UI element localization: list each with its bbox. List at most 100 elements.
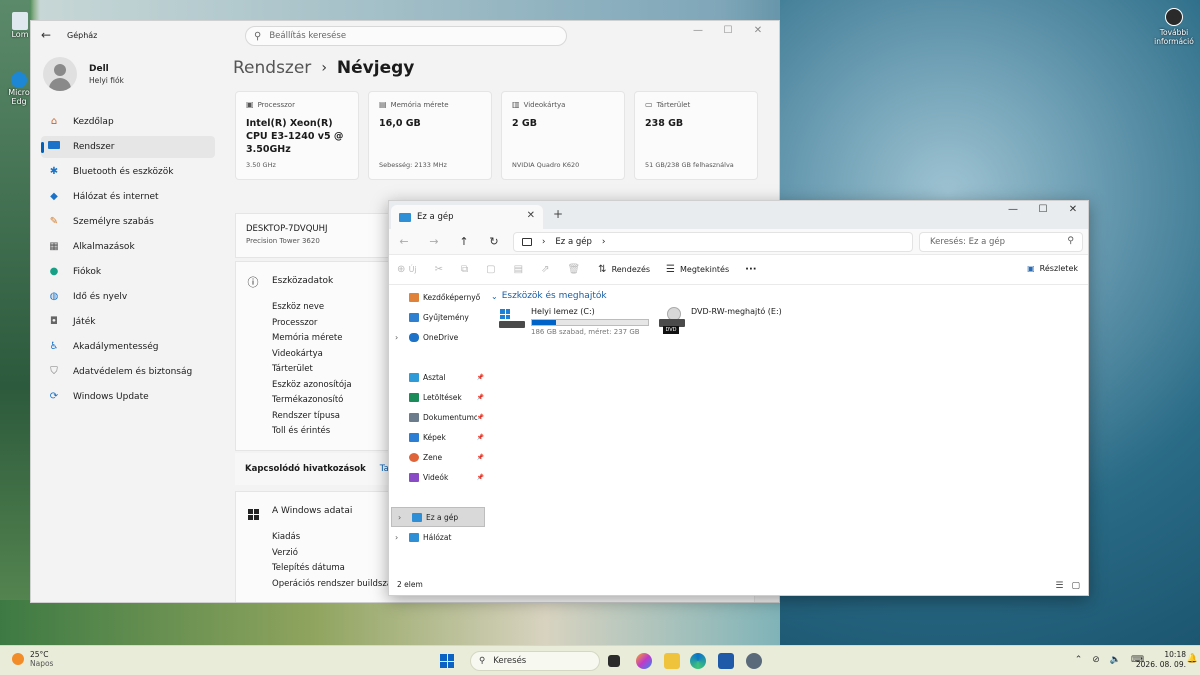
more-options-button[interactable]: ··· xyxy=(745,264,756,275)
copilot-icon[interactable] xyxy=(636,653,652,669)
taskbar-search[interactable]: ⚲ Keresés xyxy=(470,651,600,671)
nav-label: Akadálymentesség xyxy=(73,342,159,352)
settings-search-input[interactable]: ⚲ Beállítás keresése xyxy=(245,26,567,46)
sidebar-item-music[interactable]: Zene 📌 xyxy=(389,447,487,467)
back-arrow-icon[interactable]: ← xyxy=(41,28,61,42)
explorer-search-input[interactable]: Keresés: Ez a gép ⚲ xyxy=(919,232,1083,252)
nav-item-gaming[interactable]: ◘ Játék xyxy=(41,311,215,333)
chevron-right-icon: › xyxy=(398,512,402,522)
nav-item-home[interactable]: ⌂ Kezdőlap xyxy=(41,111,215,133)
breadcrumb-parent[interactable]: Rendszer xyxy=(233,58,311,78)
nav-item-system[interactable]: Rendszer xyxy=(41,136,215,158)
document-icon xyxy=(409,412,419,422)
settings-nav: ⌂ Kezdőlap Rendszer ✱ Bluetooth és eszközö… xyxy=(41,111,215,411)
sort-button[interactable]: ⇅ Rendezés xyxy=(598,264,650,275)
drive-c[interactable]: Helyi lemez (C:) 186 GB szabad, méret: 2… xyxy=(499,307,649,336)
settings-search-placeholder: Beállítás keresése xyxy=(269,31,347,41)
up-arrow-icon[interactable]: ↑ xyxy=(449,235,479,248)
chevron-up-icon[interactable]: ⌃ xyxy=(1075,655,1083,665)
tiles-view-icon[interactable]: ▢ xyxy=(1071,581,1080,591)
view-button[interactable]: ☰ Megtekintés xyxy=(666,264,729,275)
spec-card-processor: ▣ Processzor Intel(R) Xeon(R) CPU E3-1240… xyxy=(235,91,359,180)
volume-icon[interactable]: 🔈 xyxy=(1110,655,1121,665)
drive-c-usage-fill xyxy=(532,320,557,325)
rename-icon[interactable]: ▤ xyxy=(514,264,523,275)
sidebar-item-downloads[interactable]: Letöltések 📌 xyxy=(389,387,487,407)
nav-label: Adatvédelem és biztonság xyxy=(73,367,193,377)
nav-item-accounts[interactable]: ● Fiókok xyxy=(41,261,215,283)
explorer-tab[interactable]: Ez a gép ✕ xyxy=(391,205,543,229)
forward-arrow-icon[interactable]: → xyxy=(419,235,449,248)
devices-group-header[interactable]: ⌄ Eszközök és meghajtók xyxy=(491,291,607,301)
user-profile[interactable]: Dell Helyi fiók xyxy=(43,57,124,91)
copy-icon[interactable]: ⧉ xyxy=(461,264,468,275)
edge-icon[interactable] xyxy=(690,653,706,669)
cut-icon[interactable]: ✂ xyxy=(435,264,443,275)
refresh-icon[interactable]: ↻ xyxy=(479,235,509,248)
start-button[interactable] xyxy=(440,654,454,668)
cloud-icon xyxy=(409,332,419,342)
drive-e[interactable]: DVD DVD-RW-meghajtó (E:) xyxy=(659,307,782,334)
nav-item-apps[interactable]: ▦ Alkalmazások xyxy=(41,236,215,258)
nav-item-privacy[interactable]: ⛉ Adatvédelem és biztonság xyxy=(41,361,215,383)
maximize-icon[interactable]: ☐ xyxy=(713,25,743,36)
network-status-icon[interactable]: ⊘ xyxy=(1092,655,1100,665)
home-icon xyxy=(409,292,419,302)
weather-temp: 25°C xyxy=(30,650,49,659)
share-icon[interactable]: ⇗ xyxy=(541,264,549,275)
delete-icon[interactable]: 🗑 xyxy=(567,264,580,275)
sidebar-label: Asztal xyxy=(423,372,446,382)
address-bar[interactable]: › Ez a gép › xyxy=(513,232,913,252)
new-button[interactable]: ⊕ Új xyxy=(397,264,417,275)
nav-item-network[interactable]: ◆ Hálózat és internet xyxy=(41,186,215,208)
details-button[interactable]: ▣ Részletek xyxy=(1027,264,1078,273)
close-icon[interactable]: ✕ xyxy=(743,25,773,36)
nav-label: Személyre szabás xyxy=(73,217,154,227)
close-tab-icon[interactable]: ✕ xyxy=(527,210,535,221)
close-icon[interactable]: ✕ xyxy=(1058,201,1088,219)
paste-icon[interactable]: ▢ xyxy=(486,264,495,275)
minimize-icon[interactable]: — xyxy=(683,25,713,36)
store-icon[interactable] xyxy=(718,653,734,669)
sidebar-item-desktop[interactable]: Asztal 📌 xyxy=(389,367,487,387)
details-view-icon[interactable]: ☰ xyxy=(1055,581,1063,591)
pin-icon: 📌 xyxy=(476,373,484,381)
chevron-down-icon: ⌄ xyxy=(491,291,498,301)
nav-label: Bluetooth és eszközök xyxy=(73,167,174,177)
new-tab-icon[interactable]: + xyxy=(553,207,563,221)
maximize-icon[interactable]: ☐ xyxy=(1028,201,1058,219)
wifi-icon: ◆ xyxy=(50,191,58,202)
sidebar-item-home[interactable]: Kezdőképernyő xyxy=(389,287,487,307)
file-explorer-icon[interactable] xyxy=(664,653,680,669)
edge-desktop-icon[interactable]: Micro Edg xyxy=(6,72,32,106)
chevron-right-icon: › xyxy=(395,532,399,542)
more-info-desktop-icon[interactable]: További információ xyxy=(1150,8,1198,46)
nav-item-windows-update[interactable]: ⟳ Windows Update xyxy=(41,386,215,408)
sidebar-item-gallery[interactable]: Gyűjtemény xyxy=(389,307,487,327)
nav-item-personalization[interactable]: ✎ Személyre szabás xyxy=(41,211,215,233)
explorer-content: ⌄ Eszközök és meghajtók Helyi lemez (C:) … xyxy=(489,287,1088,577)
sidebar-item-videos[interactable]: Videók 📌 xyxy=(389,467,487,487)
weather-widget[interactable]: 25°C Napos xyxy=(12,650,53,668)
notification-icon[interactable]: 🔔 xyxy=(1187,654,1198,664)
sidebar-item-onedrive[interactable]: › OneDrive xyxy=(389,327,487,347)
nav-item-accessibility[interactable]: ♿ Akadálymentesség xyxy=(41,336,215,358)
sidebar-item-this-pc[interactable]: › Ez a gép xyxy=(391,507,485,527)
settings-gear-icon[interactable] xyxy=(746,653,762,669)
recycle-bin-desktop-icon[interactable]: Lom xyxy=(8,12,32,39)
back-arrow-icon[interactable]: ← xyxy=(389,235,419,248)
task-view-icon[interactable] xyxy=(608,655,620,667)
more-info-label: További információ xyxy=(1154,28,1194,46)
clock[interactable]: 10:18 2026. 08. 09. xyxy=(1136,650,1186,670)
sun-icon xyxy=(12,653,24,665)
sidebar-item-pictures[interactable]: Képek 📌 xyxy=(389,427,487,447)
user-name: Dell xyxy=(89,63,109,74)
bluetooth-icon: ✱ xyxy=(49,166,59,177)
card-sub: NVIDIA Quadro K620 xyxy=(512,161,580,169)
sidebar-item-network[interactable]: › Hálózat xyxy=(389,527,487,547)
sidebar-item-documents[interactable]: Dokumentumok 📌 xyxy=(389,407,487,427)
nav-item-time-language[interactable]: ◍ Idő és nyelv xyxy=(41,286,215,308)
nav-item-bluetooth[interactable]: ✱ Bluetooth és eszközök xyxy=(41,161,215,183)
minimize-icon[interactable]: — xyxy=(998,201,1028,219)
card-value: 2 GB xyxy=(512,118,537,129)
